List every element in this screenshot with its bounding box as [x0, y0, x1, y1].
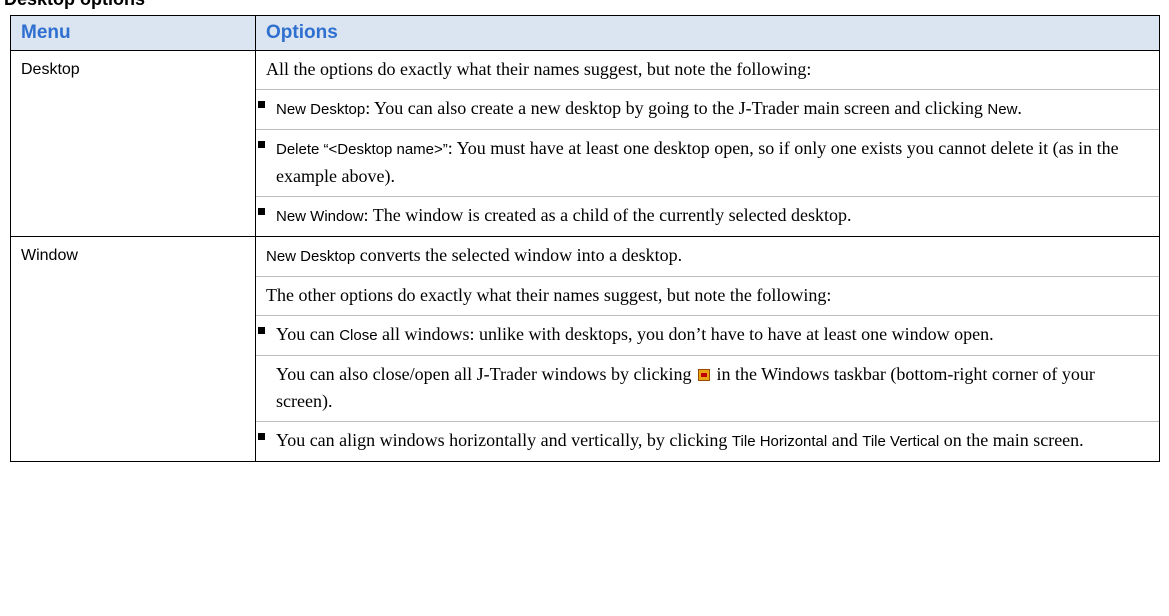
header-menu: Menu — [10, 15, 256, 51]
table-row-window: Window New Desktop converts the selected… — [10, 236, 1160, 462]
document-page: Desktop options Menu Options Desktop All… — [0, 0, 1169, 616]
desktop-bullet-delete: Delete “<Desktop name>”: You must have a… — [256, 130, 1159, 197]
table-row-desktop: Desktop All the options do exactly what … — [10, 50, 1160, 237]
ui-term: New — [987, 101, 1018, 118]
bullet-marker — [258, 433, 265, 440]
section-heading-clipped: Desktop options — [0, 0, 1169, 13]
section-heading: Desktop options — [4, 0, 145, 10]
bullet-text: You can — [276, 324, 340, 344]
window-bullet-close-note: You can also close/open all J-Trader win… — [256, 356, 1159, 422]
desktop-bullet-new-window: New Window: The window is created as a c… — [256, 197, 1159, 236]
bullet-text: You can align windows horizontally and v… — [276, 430, 732, 450]
bullet-text: and — [827, 430, 863, 450]
bullet-text: all windows: unlike with desktops, you d… — [377, 324, 994, 344]
window-bullet-tile: You can align windows horizontally and v… — [256, 422, 1159, 461]
table-header-row: Menu Options — [10, 15, 1160, 51]
window-para-1: New Desktop converts the selected window… — [256, 237, 1159, 277]
ui-term: New Desktop — [266, 248, 356, 265]
bullet-text: on the main screen. — [939, 430, 1084, 450]
header-options: Options — [255, 15, 1160, 51]
window-para-2: The other options do exactly what their … — [256, 277, 1159, 316]
bullet-marker — [258, 327, 265, 334]
ui-term: New Window — [276, 208, 364, 225]
options-cell-desktop: All the options do exactly what their na… — [255, 50, 1160, 237]
bullet-text: : The window is created as a child of th… — [363, 205, 852, 225]
menu-cell-window: Window — [10, 236, 256, 462]
bullet-text: : You can also create a new desktop by g… — [365, 98, 988, 118]
bullet-marker — [258, 208, 265, 215]
window-bullet-close: You can Close all windows: unlike with d… — [256, 316, 1159, 356]
ui-term: Delete “<Desktop name>” — [276, 141, 448, 158]
bullet-marker — [258, 141, 265, 148]
jtrader-tray-icon — [697, 369, 710, 381]
ui-term: Tile Horizontal — [731, 433, 828, 450]
desktop-bullet-new-desktop: New Desktop: You can also create a new d… — [256, 90, 1159, 130]
ui-term: Tile Vertical — [862, 433, 940, 450]
ui-term: New Desktop — [276, 101, 366, 118]
menu-cell-desktop: Desktop — [10, 50, 256, 237]
para-text: converts the selected window into a desk… — [355, 245, 683, 265]
desktop-intro: All the options do exactly what their na… — [256, 51, 1159, 90]
menu-options-table: Menu Options Desktop All the options do … — [10, 15, 1160, 462]
note-text: You can also close/open all J-Trader win… — [276, 364, 696, 384]
ui-term: Close — [339, 327, 378, 344]
options-cell-window: New Desktop converts the selected window… — [255, 236, 1160, 462]
bullet-text: . — [1017, 98, 1022, 118]
bullet-marker — [258, 101, 265, 108]
